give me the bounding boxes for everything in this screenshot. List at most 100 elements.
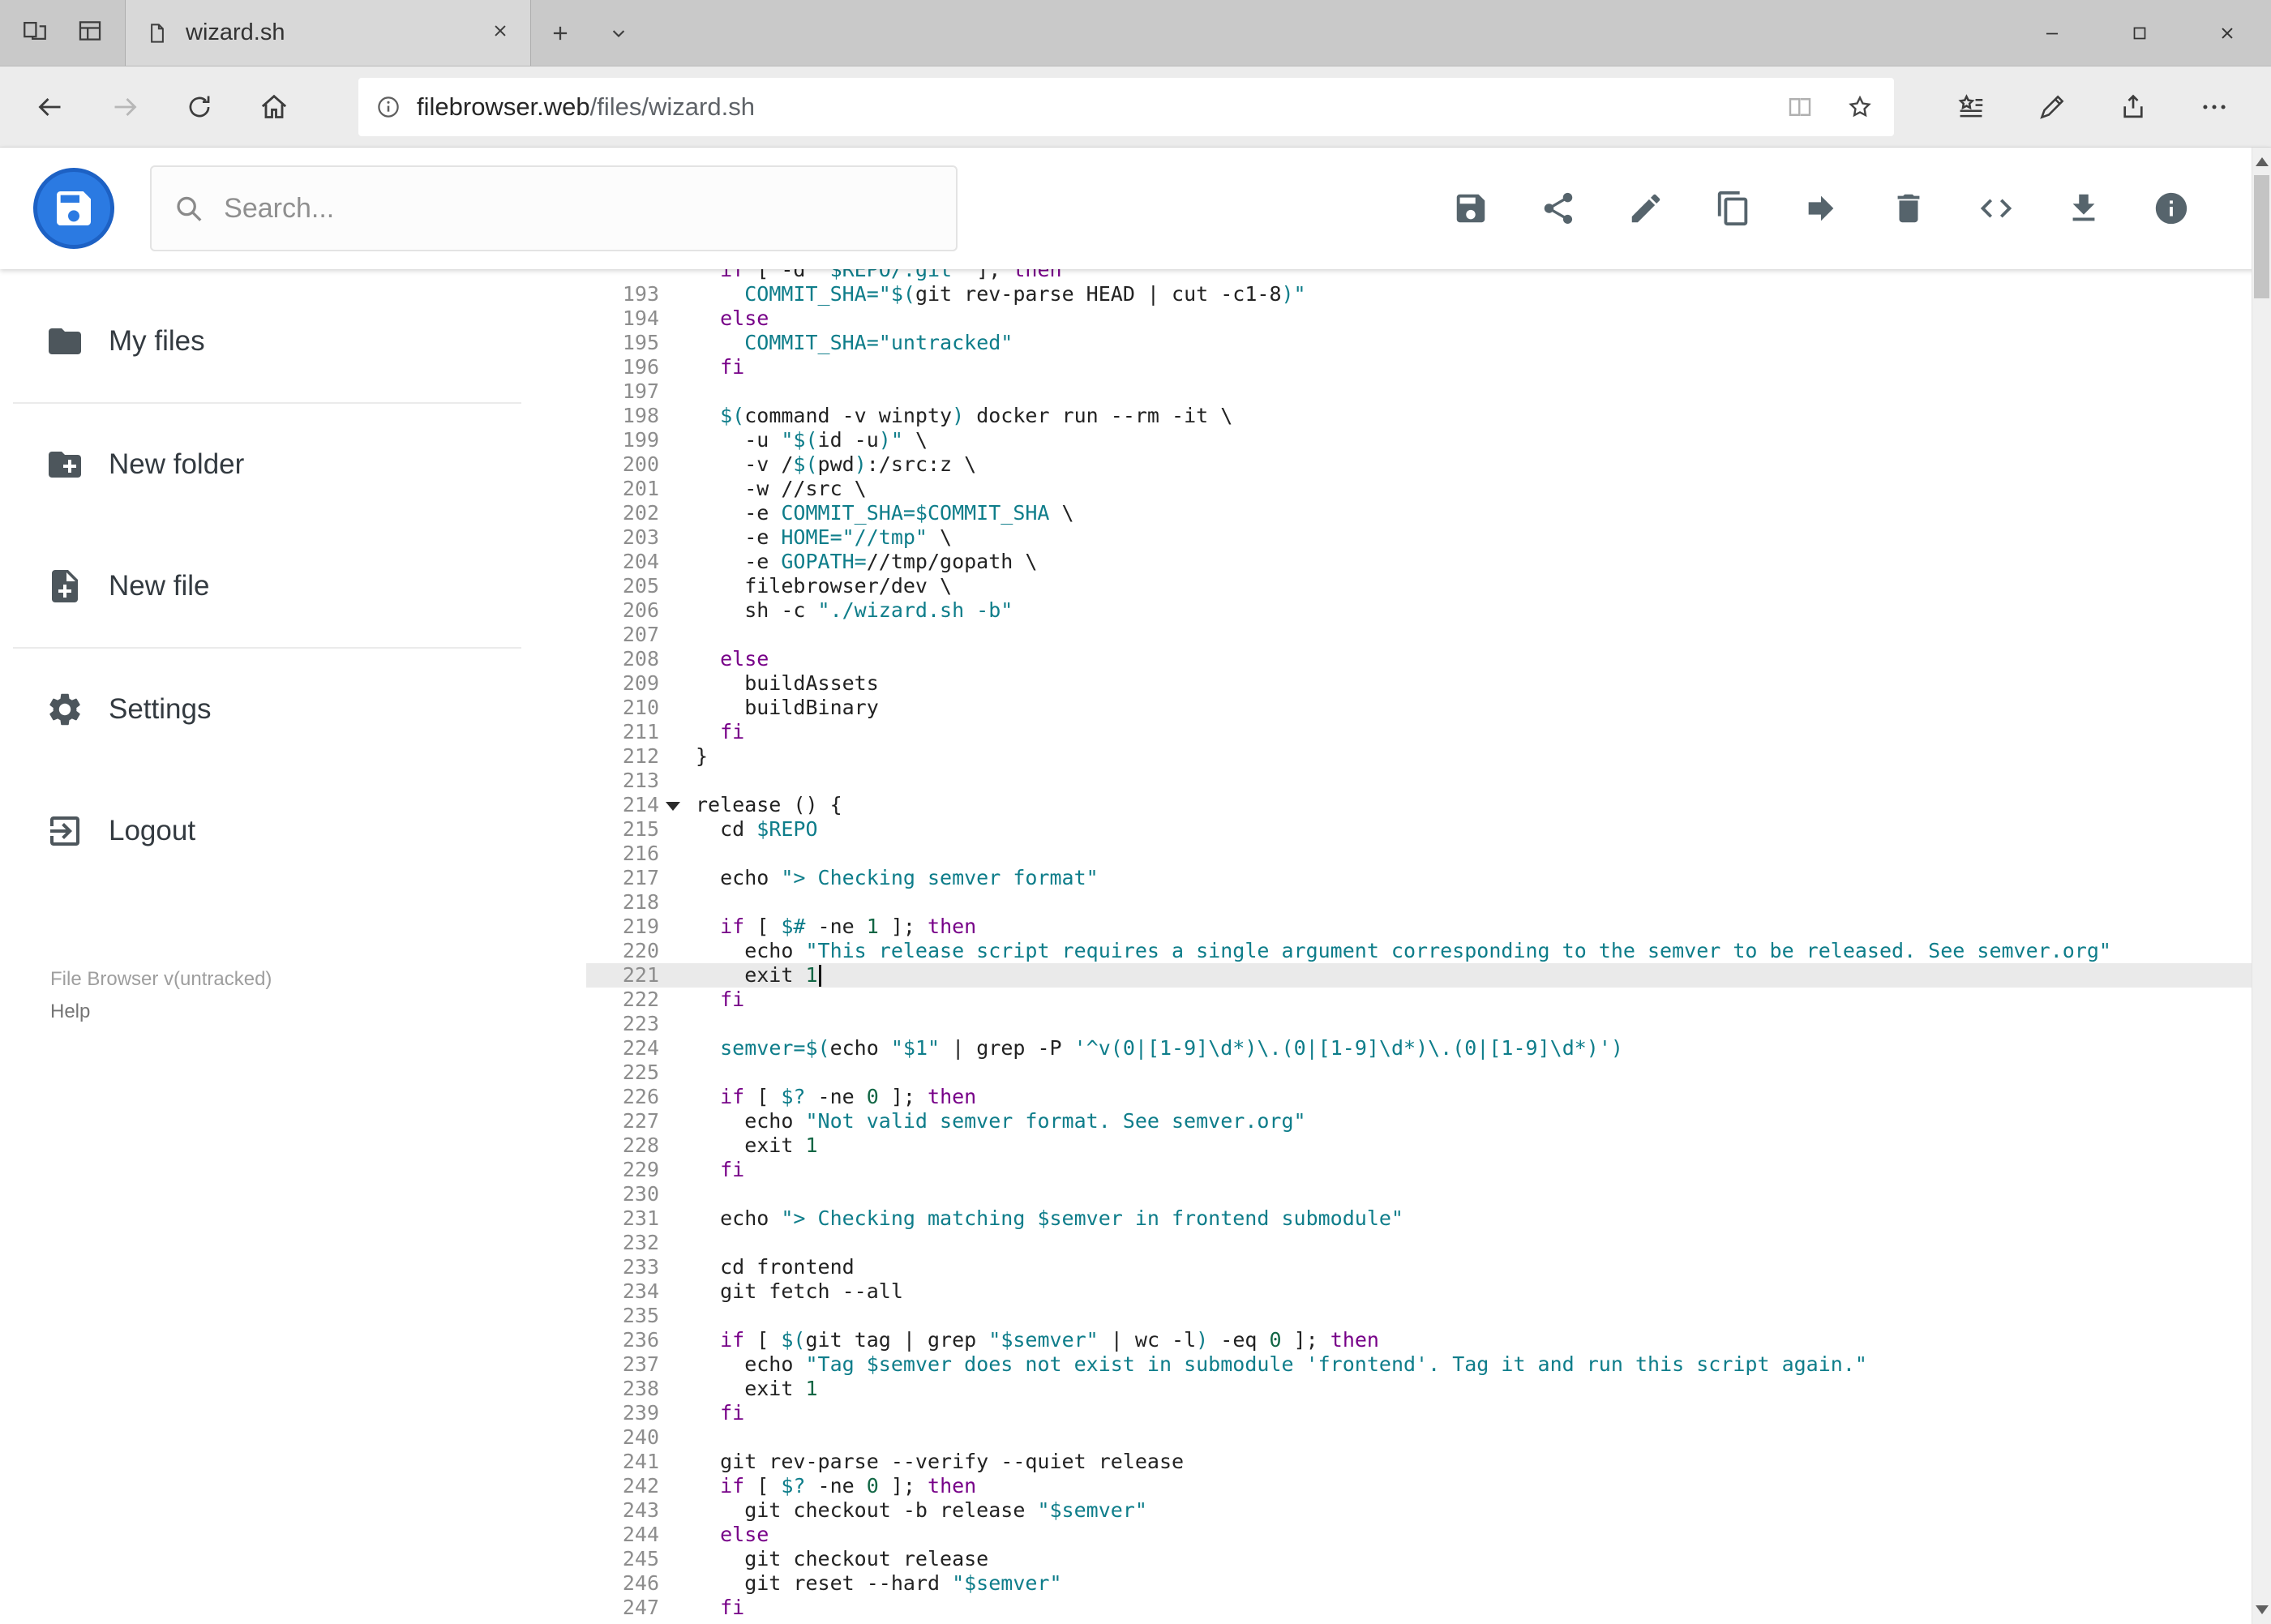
tab-close-icon[interactable] bbox=[490, 20, 511, 45]
refresh-button[interactable] bbox=[162, 70, 237, 144]
line-number: 244 bbox=[622, 1523, 659, 1546]
code-text: } bbox=[696, 744, 709, 768]
chevron-down-icon bbox=[607, 22, 630, 45]
fold-gutter bbox=[659, 647, 696, 671]
download-button[interactable] bbox=[2065, 190, 2102, 227]
minimize-button[interactable] bbox=[2008, 0, 2096, 66]
code-text: if [ $# -ne 1 ]; then bbox=[720, 915, 977, 938]
web-note-button[interactable] bbox=[2015, 70, 2089, 144]
code-line: 198 $(command -v winpty) docker run --rm… bbox=[586, 404, 2271, 428]
code-text: -e COMMIT_SHA=$COMMIT_SHA \ bbox=[696, 501, 1074, 525]
favorite-star-button[interactable] bbox=[1834, 81, 1886, 133]
save-button[interactable] bbox=[1452, 190, 1489, 227]
switch-view-button[interactable] bbox=[1977, 190, 2015, 227]
code-text: COMMIT_SHA="untracked" bbox=[744, 331, 1013, 354]
fold-arrow-icon[interactable] bbox=[659, 793, 696, 817]
code-text: exit 1 bbox=[696, 1133, 818, 1157]
share-button[interactable] bbox=[1540, 190, 1577, 227]
fold-gutter bbox=[659, 1279, 696, 1304]
code-editor[interactable]: if [ -d "$REPO/.git" ]; then 193 COMMIT_S… bbox=[586, 269, 2271, 1624]
line-number: 235 bbox=[622, 1304, 659, 1327]
fold-gutter bbox=[659, 306, 696, 331]
code-line: 200 -v /$(pwd):/src:z \ bbox=[586, 452, 2271, 477]
scroll-down-icon[interactable] bbox=[2255, 1605, 2269, 1614]
code-text: exit 1 bbox=[696, 963, 2271, 988]
code-line: 221 exit 1 bbox=[586, 963, 2271, 988]
line-number: 224 bbox=[622, 1036, 659, 1060]
code-line: 213 bbox=[586, 769, 2271, 793]
search-box[interactable] bbox=[150, 165, 958, 251]
fold-gutter bbox=[659, 331, 696, 355]
code-text: fi bbox=[720, 1401, 745, 1425]
tabs-you-set-aside-icon[interactable] bbox=[76, 17, 104, 49]
fold-gutter bbox=[659, 1328, 696, 1352]
fold-gutter bbox=[659, 1547, 696, 1571]
fold-gutter bbox=[659, 574, 696, 598]
scrollbar-thumb[interactable] bbox=[2254, 175, 2269, 298]
set-tabs-aside-icon[interactable] bbox=[21, 17, 49, 49]
scroll-up-icon[interactable] bbox=[2255, 157, 2269, 166]
code-text: semver=$(echo "$1" | grep -P '^v(0|[1-9]… bbox=[720, 1036, 1623, 1060]
code-line: 233 cd frontend bbox=[586, 1255, 2271, 1279]
line-number: 241 bbox=[622, 1450, 659, 1473]
copy-button[interactable] bbox=[1715, 190, 1752, 227]
help-link[interactable]: Help bbox=[50, 1001, 90, 1023]
code-line: 237 echo "Tag $semver does not exist in … bbox=[586, 1352, 2271, 1377]
sidebar-item-new-folder[interactable]: New folder bbox=[0, 404, 586, 525]
forward-button[interactable] bbox=[88, 70, 162, 144]
info-button[interactable] bbox=[2153, 190, 2190, 227]
url-text[interactable]: filebrowser.web/files/wizard.sh bbox=[417, 92, 1774, 122]
hub-favorites-button[interactable] bbox=[1934, 70, 2008, 144]
share-edge-icon bbox=[2118, 92, 2149, 122]
reading-view-button[interactable] bbox=[1774, 81, 1826, 133]
edit-button[interactable] bbox=[1627, 190, 1665, 227]
sidebar-item-new-file[interactable]: New file bbox=[0, 525, 586, 647]
close-window-button[interactable] bbox=[2183, 0, 2271, 66]
share-page-button[interactable] bbox=[2096, 70, 2170, 144]
page-scrollbar[interactable] bbox=[2252, 148, 2271, 1624]
line-number: 214 bbox=[622, 793, 659, 816]
code-line: 220 echo "This release script requires a… bbox=[586, 939, 2271, 963]
new-folder-icon bbox=[45, 445, 84, 484]
site-info-icon[interactable] bbox=[375, 93, 402, 121]
sidebar-item-settings[interactable]: Settings bbox=[0, 649, 586, 770]
url-domain: filebrowser.web bbox=[417, 92, 590, 121]
filebrowser-logo[interactable] bbox=[33, 168, 114, 249]
fold-gutter bbox=[659, 915, 696, 939]
sidebar-item-my-files[interactable]: My files bbox=[0, 281, 586, 402]
fold-gutter bbox=[659, 598, 696, 623]
search-input[interactable] bbox=[224, 192, 935, 225]
tab-wizard-sh[interactable]: wizard.sh bbox=[125, 0, 531, 66]
code-text: fi bbox=[720, 720, 745, 743]
editor-toolbar bbox=[1452, 190, 2190, 227]
maximize-button[interactable] bbox=[2096, 0, 2183, 66]
delete-button[interactable] bbox=[1890, 190, 1927, 227]
fold-gutter bbox=[659, 1352, 696, 1377]
code-line: 205 filebrowser/dev \ bbox=[586, 574, 2271, 598]
delete-icon bbox=[1890, 190, 1927, 227]
code-text: git checkout release bbox=[696, 1547, 989, 1570]
code-line: 201 -w //src \ bbox=[586, 477, 2271, 501]
code-text: else bbox=[720, 1523, 769, 1546]
more-menu-button[interactable] bbox=[2177, 70, 2252, 144]
new-tab-button[interactable] bbox=[531, 0, 589, 66]
forward-icon bbox=[109, 91, 141, 123]
home-button[interactable] bbox=[237, 70, 311, 144]
code-line: 238 exit 1 bbox=[586, 1377, 2271, 1401]
sidebar-item-logout[interactable]: Logout bbox=[0, 770, 586, 892]
set-tabs-aside-icon bbox=[21, 17, 49, 45]
fold-gutter bbox=[659, 817, 696, 842]
address-bar[interactable]: filebrowser.web/files/wizard.sh bbox=[358, 77, 1894, 136]
fold-gutter bbox=[659, 1109, 696, 1133]
move-button[interactable] bbox=[1802, 190, 1840, 227]
back-icon bbox=[34, 91, 66, 123]
line-number: 197 bbox=[622, 379, 659, 403]
code-line: 235 bbox=[586, 1304, 2271, 1328]
back-button[interactable] bbox=[13, 70, 88, 144]
logout-icon bbox=[45, 812, 84, 851]
line-number: 228 bbox=[622, 1133, 659, 1157]
code-line: 217 echo "> Checking semver format" bbox=[586, 866, 2271, 890]
sidebar-item-label: Logout bbox=[109, 815, 196, 846]
tab-preview-toggle[interactable] bbox=[589, 0, 648, 66]
